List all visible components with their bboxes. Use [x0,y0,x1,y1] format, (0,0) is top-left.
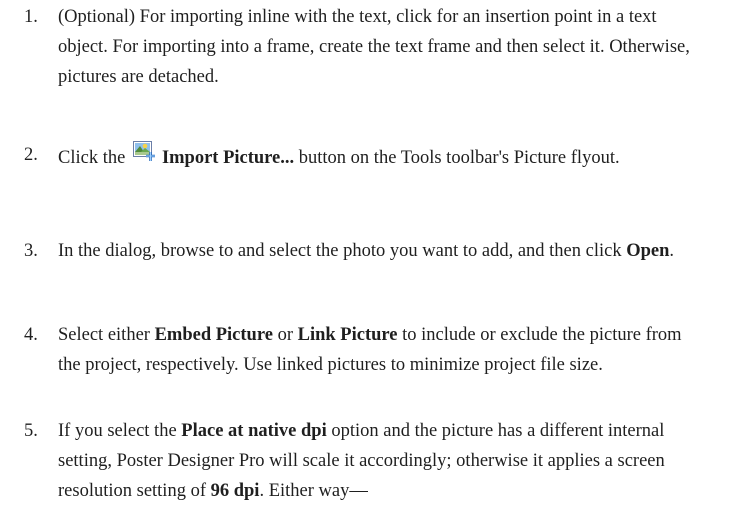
step-text: Click the Import Picture... button on th… [58,140,708,173]
step-1: 1. (Optional) For importing inline with … [0,2,733,92]
bold-term: Open [626,241,670,261]
step-number: 2. [24,145,38,165]
step-text: (Optional) For importing inline with the… [58,2,708,92]
step-number: 1. [24,7,38,27]
step-5: 5. If you select the Place at native dpi… [0,416,733,506]
step-text-run: or [272,325,298,345]
step-4: 4. Select either Embed Picture or Link P… [0,320,733,380]
bold-term: Embed Picture [154,325,273,345]
step-text-run: (Optional) For importing inline with the… [58,7,690,87]
step-text-run: button on the Tools toolbar's Picture fl… [294,148,620,168]
bold-term: 96 dpi [210,481,260,501]
step-3: 3. In the dialog, browse to and select t… [0,236,733,266]
step-text-run: . Either way— [259,481,368,501]
instruction-steps: 1. (Optional) For importing inline with … [0,0,733,505]
step-text: In the dialog, browse to and select the … [58,236,708,266]
step-text-run: If you select the [58,421,182,441]
step-number: 5. [24,421,38,441]
step-text-run: . [669,241,675,261]
bold-term: Import Picture... [161,148,295,168]
step-number: 4. [24,325,38,345]
step-text-run: In the dialog, browse to and select the … [58,241,627,261]
step-text: If you select the Place at native dpi op… [58,416,708,506]
step-number: 3. [24,241,38,261]
bold-term: Link Picture [297,325,398,345]
step-text-run: Select either [58,325,155,345]
step-text: Select either Embed Picture or Link Pict… [58,320,708,380]
step-2: 2. Click the Import Picture... button on… [0,140,733,173]
import-picture-icon [132,140,158,164]
bold-term: Place at native dpi [181,421,327,441]
step-text-run: Click the [58,148,130,168]
